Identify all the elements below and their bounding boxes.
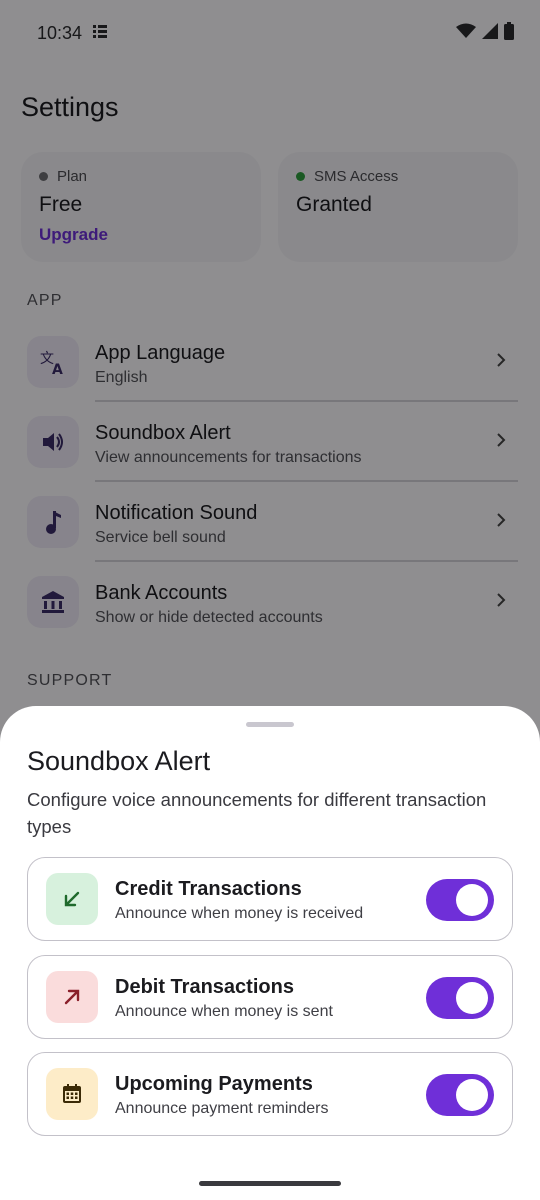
toggle-knob <box>456 982 488 1014</box>
upcoming-payments-toggle[interactable] <box>426 1074 494 1116</box>
option-subtitle: Announce when money is received <box>115 905 364 922</box>
calendar-icon <box>46 1068 98 1120</box>
option-debit-transactions: Debit Transactions Announce when money i… <box>27 955 513 1039</box>
toggle-knob <box>456 884 488 916</box>
option-upcoming-payments: Upcoming Payments Announce payment remin… <box>27 1052 513 1136</box>
option-subtitle: Announce when money is sent <box>115 1003 333 1020</box>
option-title: Upcoming Payments <box>115 1073 313 1095</box>
option-title: Credit Transactions <box>115 878 302 900</box>
debit-toggle[interactable] <box>426 977 494 1019</box>
sheet-description: Configure voice announcements for differ… <box>27 789 487 837</box>
soundbox-alert-sheet: Soundbox Alert Configure voice announcem… <box>0 706 540 1200</box>
option-title: Debit Transactions <box>115 976 294 998</box>
home-indicator[interactable] <box>199 1181 341 1186</box>
credit-toggle[interactable] <box>426 879 494 921</box>
option-subtitle: Announce payment reminders <box>115 1100 329 1117</box>
arrow-down-left-icon <box>46 873 98 925</box>
toggle-knob <box>456 1079 488 1111</box>
sheet-title: Soundbox Alert <box>27 746 211 776</box>
arrow-up-right-icon <box>46 971 98 1023</box>
option-credit-transactions: Credit Transactions Announce when money … <box>27 857 513 941</box>
drag-handle[interactable] <box>246 722 294 727</box>
